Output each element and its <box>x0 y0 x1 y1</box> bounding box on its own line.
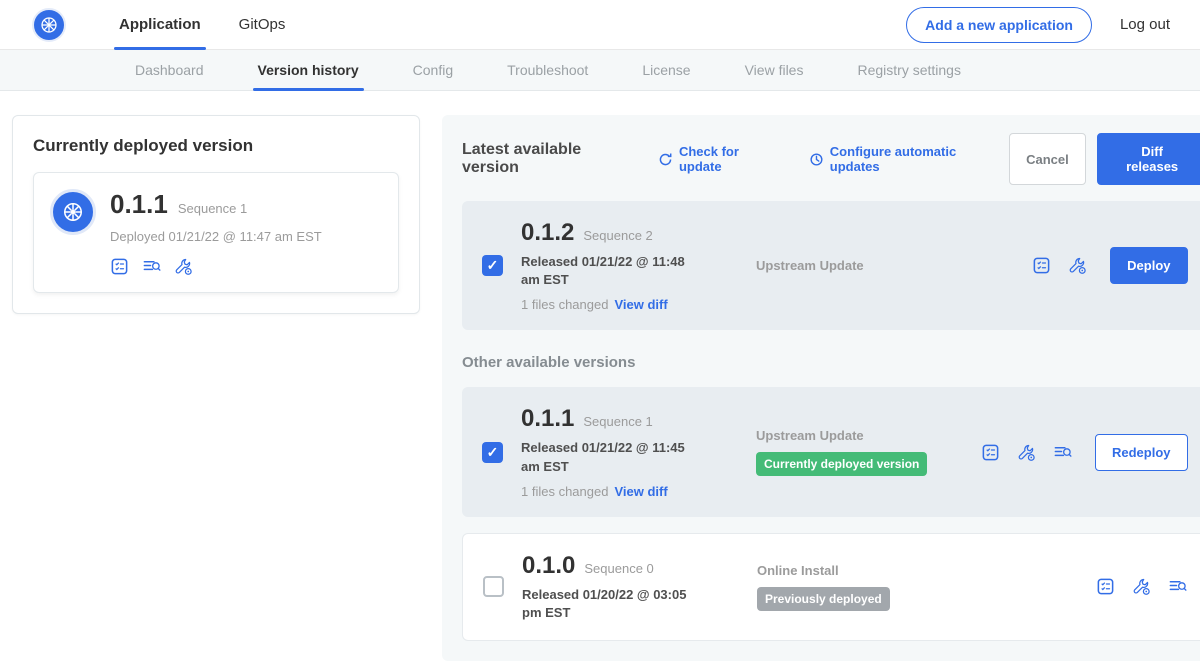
released-timestamp: Released 01/21/22 @ 11:45 am EST <box>521 439 703 475</box>
version-number: 0.1.2 <box>521 219 574 247</box>
config-edit-icon[interactable] <box>1017 443 1036 462</box>
version-source-label: Upstream Update <box>756 428 981 443</box>
version-info: 0.1.2 Sequence 2 Released 01/21/22 @ 11:… <box>521 219 756 312</box>
deploy-logs-icon[interactable] <box>1053 443 1072 462</box>
navbar-tabs: Application GitOps <box>100 0 304 49</box>
currently-deployed-title: Currently deployed version <box>33 136 399 156</box>
configure-updates-icon <box>809 152 824 167</box>
deployed-version-actions <box>110 257 322 276</box>
tab-application-label: Application <box>119 16 201 33</box>
currently-deployed-card: Currently deployed version 0.1.1 Sequenc… <box>12 115 420 314</box>
version-sequence: Sequence 1 <box>583 414 652 429</box>
subnav-tab-registry-settings[interactable]: Registry settings <box>830 50 987 90</box>
config-edit-icon[interactable] <box>1068 256 1087 275</box>
subnav-tab-label: Troubleshoot <box>507 62 588 78</box>
deployed-timestamp: Deployed 01/21/22 @ 11:47 am EST <box>110 229 322 244</box>
version-info: 0.1.1 Sequence 1 Released 01/21/22 @ 11:… <box>521 405 756 498</box>
configure-automatic-updates-link[interactable]: Configure automatic updates <box>809 144 1009 174</box>
main-content: Currently deployed version 0.1.1 Sequenc… <box>0 91 1200 661</box>
other-available-versions-title: Other available versions <box>462 354 1200 371</box>
files-changed-label: 1 files changed <box>521 297 608 312</box>
version-info: 0.1.0 Sequence 0 Released 01/20/22 @ 03:… <box>522 552 757 622</box>
brand <box>32 0 66 49</box>
subnav-tab-label: View files <box>745 62 804 78</box>
previously-deployed-badge: Previously deployed <box>757 587 890 611</box>
version-source: Upstream Update <box>756 258 981 273</box>
deployed-version-sequence: Sequence 1 <box>178 201 247 216</box>
version-checkbox[interactable]: ✓ <box>482 442 503 463</box>
version-sequence: Sequence 2 <box>583 228 652 243</box>
view-diff-link[interactable]: View diff <box>614 484 667 499</box>
cancel-button[interactable]: Cancel <box>1009 133 1086 185</box>
version-row-0-1-0: 0.1.0 Sequence 0 Released 01/20/22 @ 03:… <box>462 533 1200 641</box>
navbar-right: Add a new application Log out <box>906 0 1170 49</box>
add-new-application-button[interactable]: Add a new application <box>906 7 1092 43</box>
config-edit-icon[interactable] <box>174 257 193 276</box>
checkbox-check-icon: ✓ <box>487 257 499 274</box>
deployed-version-number: 0.1.1 <box>110 189 168 220</box>
currently-deployed-badge: Currently deployed version <box>756 452 927 476</box>
tab-gitops[interactable]: GitOps <box>220 0 305 49</box>
released-timestamp: Released 01/21/22 @ 11:48 am EST <box>521 253 703 289</box>
version-actions: Redeploy <box>981 434 1188 471</box>
header-actions: Cancel Diff releases <box>1009 133 1200 185</box>
kubernetes-logo[interactable] <box>32 8 66 42</box>
tab-application[interactable]: Application <box>100 0 220 49</box>
version-actions <box>1096 577 1187 596</box>
version-number: 0.1.0 <box>522 552 575 580</box>
diff-releases-button[interactable]: Diff releases <box>1097 133 1200 185</box>
logout-link[interactable]: Log out <box>1120 16 1170 33</box>
version-source-label: Upstream Update <box>756 258 981 273</box>
files-changed-label: 1 files changed <box>521 484 608 499</box>
top-navbar: Application GitOps Add a new application… <box>0 0 1200 50</box>
deploy-logs-icon[interactable] <box>1168 577 1187 596</box>
latest-version-title: Latest available version <box>462 141 642 177</box>
subnav-tab-config[interactable]: Config <box>386 50 480 90</box>
release-notes-icon[interactable] <box>110 257 129 276</box>
app-subnav: Dashboard Version history Config Trouble… <box>0 50 1200 91</box>
subnav-tab-label: Dashboard <box>135 62 204 78</box>
view-diff-link[interactable]: View diff <box>614 297 667 312</box>
released-timestamp: Released 01/20/22 @ 03:05 pm EST <box>522 586 704 622</box>
release-notes-icon[interactable] <box>1032 256 1051 275</box>
version-checkbox[interactable]: ✓ <box>482 255 503 276</box>
config-edit-icon[interactable] <box>1132 577 1151 596</box>
subnav-tab-label: Version history <box>258 62 359 78</box>
deployed-version-card: 0.1.1 Sequence 1 Deployed 01/21/22 @ 11:… <box>33 172 399 293</box>
subnav-tab-label: Config <box>413 62 453 78</box>
version-history-panel: Latest available version Check for updat… <box>442 115 1200 661</box>
redeploy-button[interactable]: Redeploy <box>1095 434 1188 471</box>
deploy-logs-icon[interactable] <box>142 257 161 276</box>
subnav-tab-license[interactable]: License <box>615 50 717 90</box>
latest-version-header: Latest available version Check for updat… <box>462 133 1200 185</box>
subnav-tab-version-history[interactable]: Version history <box>231 50 386 90</box>
release-notes-icon[interactable] <box>1096 577 1115 596</box>
tab-gitops-label: GitOps <box>239 16 286 33</box>
app-logo-kubernetes-icon <box>50 189 96 235</box>
check-for-update-icon <box>658 152 673 167</box>
check-for-update-link[interactable]: Check for update <box>658 144 785 174</box>
version-source-label: Online Install <box>757 563 982 578</box>
version-sequence: Sequence 0 <box>584 561 653 576</box>
version-number: 0.1.1 <box>521 405 574 433</box>
version-actions: Deploy <box>1032 247 1187 284</box>
version-row-0-1-1: ✓ 0.1.1 Sequence 1 Released 01/21/22 @ 1… <box>462 387 1200 516</box>
configure-automatic-updates-label: Configure automatic updates <box>830 144 1009 174</box>
deployed-version-info: 0.1.1 Sequence 1 Deployed 01/21/22 @ 11:… <box>110 189 322 276</box>
check-for-update-label: Check for update <box>679 144 785 174</box>
subnav-tab-label: License <box>642 62 690 78</box>
deploy-button[interactable]: Deploy <box>1110 247 1187 284</box>
version-source: Upstream Update Currently deployed versi… <box>756 428 981 476</box>
version-row-0-1-2: ✓ 0.1.2 Sequence 2 Released 01/21/22 @ 1… <box>462 201 1200 330</box>
subnav-tab-label: Registry settings <box>857 62 960 78</box>
subnav-tab-troubleshoot[interactable]: Troubleshoot <box>480 50 615 90</box>
release-notes-icon[interactable] <box>981 443 1000 462</box>
subnav-tab-view-files[interactable]: View files <box>718 50 831 90</box>
checkbox-check-icon: ✓ <box>487 444 499 461</box>
subnav-tab-dashboard[interactable]: Dashboard <box>108 50 231 90</box>
version-checkbox[interactable] <box>483 576 504 597</box>
version-source: Online Install Previously deployed <box>757 563 982 611</box>
